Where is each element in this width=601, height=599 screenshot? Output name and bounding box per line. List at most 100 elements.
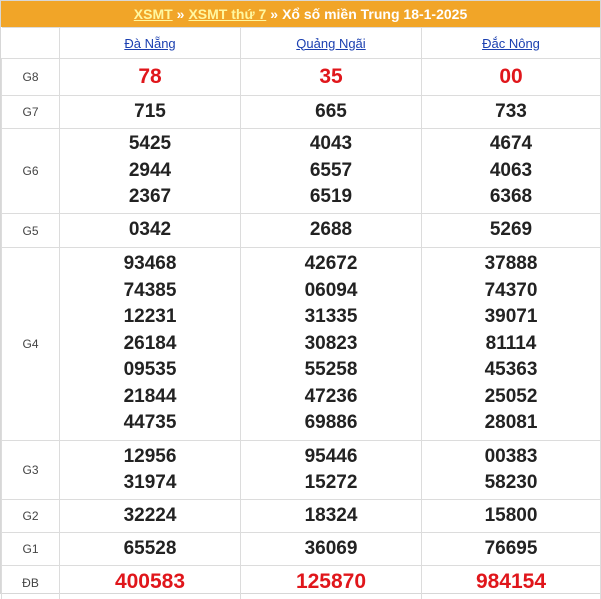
prize-number: 665: [241, 99, 421, 126]
breadcrumb-xsmt-saturday-link[interactable]: XSMT thứ 7: [188, 6, 266, 22]
prize-row: G1655283606976695: [2, 533, 601, 566]
prize-cell: 78: [60, 59, 241, 96]
prize-cell: 733: [422, 96, 601, 129]
page-title: Xổ số miền Trung 18-1-2025: [282, 6, 467, 22]
prize-number: 0342: [60, 217, 240, 244]
prize-cell: 0342: [60, 214, 241, 248]
province-link-quang-ngai[interactable]: Quảng Ngãi: [296, 36, 365, 51]
prize-cell: 32224: [60, 500, 241, 533]
prize-label: G1: [2, 533, 60, 566]
prize-number: 26184: [60, 331, 240, 358]
prize-number: 15800: [422, 503, 600, 530]
prize-number: 2944: [60, 158, 240, 185]
prize-number: 2688: [241, 217, 421, 244]
province-header: Đắc Nông: [422, 28, 601, 59]
prize-cell: 5269: [422, 214, 601, 248]
prize-label: G7: [2, 96, 60, 129]
prize-cell: 76695: [422, 533, 601, 566]
prize-number: 6368: [422, 184, 600, 211]
prize-number: 4043: [241, 131, 421, 158]
prize-row: G6542529442367404365576519467440636368: [2, 129, 601, 214]
prize-number: 74385: [60, 278, 240, 305]
prize-number: 6519: [241, 184, 421, 211]
prize-number: 58230: [422, 470, 600, 497]
prize-cell: 00: [422, 59, 601, 96]
prize-number: 2367: [60, 184, 240, 211]
prize-cell: 665: [241, 96, 422, 129]
prize-cell: 404365576519: [241, 129, 422, 214]
results-table: Đà Nẵng Quảng Ngãi Đắc Nông G8783500G771…: [1, 27, 601, 599]
prize-number: 55258: [241, 357, 421, 384]
prize-number: 12956: [60, 444, 240, 471]
prize-number: 35: [241, 64, 421, 91]
prize-row: G8783500: [2, 59, 601, 96]
province-header: Đà Nẵng: [60, 28, 241, 59]
prize-cell: 18324: [241, 500, 422, 533]
prize-number: 39071: [422, 304, 600, 331]
prize-cell: 1295631974: [60, 441, 241, 500]
prize-label: G5: [2, 214, 60, 248]
prize-number: 74370: [422, 278, 600, 305]
prize-number: 6557: [241, 158, 421, 185]
prize-row: G3129563197495446152720038358230: [2, 441, 601, 500]
prize-number: 45363: [422, 357, 600, 384]
prize-number: 09535: [60, 357, 240, 384]
prize-cell: 9544615272: [241, 441, 422, 500]
prize-number: 37888: [422, 251, 600, 278]
prize-number: 18324: [241, 503, 421, 530]
prize-number: 28081: [422, 410, 600, 437]
prize-number: 42672: [241, 251, 421, 278]
header-blank-cell: [2, 28, 60, 59]
prize-label: G3: [2, 441, 60, 500]
prize-cell: 65528: [60, 533, 241, 566]
breadcrumb-separator: »: [177, 6, 185, 22]
prize-number: 76695: [422, 536, 600, 563]
prize-number: 65528: [60, 536, 240, 563]
prize-number: 4674: [422, 131, 600, 158]
prize-number: 4063: [422, 158, 600, 185]
prize-number: 30823: [241, 331, 421, 358]
prize-number: 06094: [241, 278, 421, 305]
prize-cell: 542529442367: [60, 129, 241, 214]
results-panel: XSMT » XSMT thứ 7 » Xổ số miền Trung 18-…: [0, 0, 601, 594]
prize-label: G6: [2, 129, 60, 214]
prize-label: G2: [2, 500, 60, 533]
prize-label: G8: [2, 59, 60, 96]
prize-number: 400583: [60, 569, 240, 596]
prize-number: 00: [422, 64, 600, 91]
prize-cell: 36069: [241, 533, 422, 566]
prize-label: G4: [2, 248, 60, 441]
prize-number: 36069: [241, 536, 421, 563]
prize-number: 5269: [422, 217, 600, 244]
prize-row: G5034226885269: [2, 214, 601, 248]
prize-number: 44735: [60, 410, 240, 437]
prize-row: G2322241832415800: [2, 500, 601, 533]
prize-number: 12231: [60, 304, 240, 331]
prize-number: 21844: [60, 384, 240, 411]
prize-number: 15272: [241, 470, 421, 497]
prize-row: G493468743851223126184095352184444735426…: [2, 248, 601, 441]
breadcrumb: XSMT » XSMT thứ 7 » Xổ số miền Trung 18-…: [1, 1, 600, 27]
prize-cell: 93468743851223126184095352184444735: [60, 248, 241, 441]
prize-row: G7715665733: [2, 96, 601, 129]
prize-number: 93468: [60, 251, 240, 278]
prize-number: 47236: [241, 384, 421, 411]
prize-cell: 0038358230: [422, 441, 601, 500]
prize-number: 00383: [422, 444, 600, 471]
prize-cell: 35: [241, 59, 422, 96]
prize-number: 31974: [60, 470, 240, 497]
prize-number: 81114: [422, 331, 600, 358]
province-header: Quảng Ngãi: [241, 28, 422, 59]
province-link-da-nang[interactable]: Đà Nẵng: [124, 36, 175, 51]
prize-cell: 15800: [422, 500, 601, 533]
prize-cell: 42672060943133530823552584723669886: [241, 248, 422, 441]
prize-cell: 37888743703907181114453632505228081: [422, 248, 601, 441]
prize-cell: 2688: [241, 214, 422, 248]
prize-number: 25052: [422, 384, 600, 411]
prize-number: 95446: [241, 444, 421, 471]
prize-number: 5425: [60, 131, 240, 158]
breadcrumb-separator: »: [270, 6, 278, 22]
province-link-dac-nong[interactable]: Đắc Nông: [482, 36, 540, 51]
breadcrumb-xsmt-link[interactable]: XSMT: [134, 6, 173, 22]
province-header-row: Đà Nẵng Quảng Ngãi Đắc Nông: [2, 28, 601, 59]
